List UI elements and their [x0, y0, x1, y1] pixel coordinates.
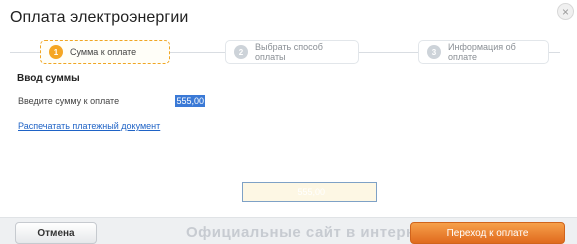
- amount-field[interactable]: [242, 182, 377, 202]
- close-icon: ×: [561, 4, 569, 19]
- step-payment-info: 3 Информация об оплате: [418, 40, 549, 64]
- payment-dialog: Оплата электроэнергии × 1 Сумма к оплате…: [0, 0, 577, 244]
- close-button[interactable]: ×: [557, 3, 574, 20]
- step-amount: 1 Сумма к оплате: [40, 40, 170, 64]
- step-number: 2: [234, 45, 248, 59]
- amount-input[interactable]: 555,00: [121, 91, 377, 202]
- step-payment-method: 2 Выбрать способ оплаты: [225, 40, 359, 64]
- section-title: Ввод суммы: [17, 73, 80, 84]
- step-label: Выбрать способ оплаты: [255, 42, 323, 62]
- step-label: Сумма к оплате: [70, 47, 137, 57]
- dialog-title: Оплата электроэнергии: [10, 9, 189, 26]
- cancel-button[interactable]: Отмена: [15, 222, 97, 244]
- print-payment-document-link[interactable]: Распечатать платежный документ: [18, 121, 160, 131]
- proceed-to-payment-button[interactable]: Переход к оплате: [410, 222, 565, 244]
- step-number: 1: [49, 45, 63, 59]
- amount-label: Введите сумму к оплате: [18, 96, 120, 106]
- amount-selected-text: 555,00: [175, 95, 205, 107]
- step-number: 3: [427, 45, 441, 59]
- step-label: Информация об оплате: [448, 42, 516, 62]
